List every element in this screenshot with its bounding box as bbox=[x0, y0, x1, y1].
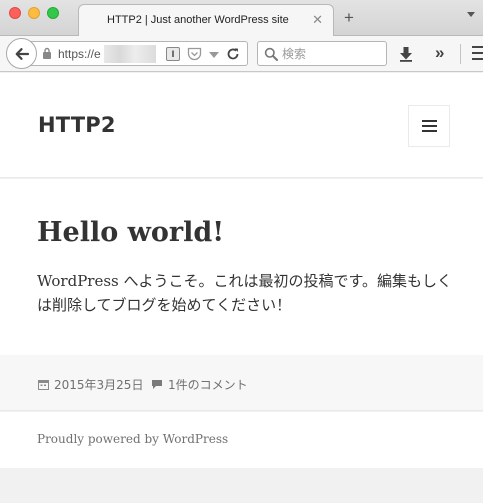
menu-toggle-button[interactable] bbox=[408, 105, 450, 147]
post-article: Hello world! WordPress へようこそ。これは最初の投稿です。… bbox=[0, 179, 483, 355]
reload-icon[interactable] bbox=[226, 47, 240, 61]
back-button[interactable] bbox=[6, 38, 37, 69]
search-input[interactable] bbox=[282, 45, 382, 63]
search-icon bbox=[264, 47, 278, 61]
zoom-window-button[interactable] bbox=[47, 7, 59, 19]
browser-menu-icon[interactable] bbox=[472, 46, 483, 60]
tab-close-icon[interactable]: ✕ bbox=[312, 12, 323, 28]
tab-list-dropdown-icon[interactable] bbox=[467, 12, 475, 17]
minimize-window-button[interactable] bbox=[28, 7, 40, 19]
new-tab-button[interactable]: + bbox=[344, 9, 354, 26]
web-page: HTTP2 Hello world! WordPress へようこそ。これは最初… bbox=[0, 73, 483, 503]
search-bar[interactable] bbox=[257, 41, 387, 66]
comment-icon bbox=[152, 380, 162, 389]
url-text[interactable]: https://e bbox=[58, 47, 101, 61]
post-date-text[interactable]: 2015年3月25日 bbox=[54, 376, 143, 393]
post-meta: 2015年3月25日 1件のコメント bbox=[0, 355, 483, 411]
browser-tab-bar: HTTP2 | Just another WordPress site ✕ + bbox=[0, 0, 483, 37]
close-window-button[interactable] bbox=[9, 7, 21, 19]
site-title[interactable]: HTTP2 bbox=[38, 113, 116, 137]
comments-count-text[interactable]: 1件のコメント bbox=[168, 376, 248, 393]
toolbar-divider bbox=[460, 44, 461, 64]
post-comments-link[interactable]: 1件のコメント bbox=[151, 376, 248, 393]
lock-icon bbox=[43, 47, 51, 59]
pocket-icon[interactable] bbox=[187, 47, 202, 61]
powered-by-link[interactable]: Proudly powered by WordPress bbox=[37, 432, 228, 446]
calendar-icon bbox=[38, 380, 49, 390]
post-date[interactable]: 2015年3月25日 bbox=[38, 376, 143, 393]
post-content: WordPress へようこそ。これは最初の投稿です。編集もしくは削除してブログ… bbox=[37, 272, 453, 314]
url-redacted bbox=[104, 45, 156, 63]
url-dropdown-icon[interactable] bbox=[209, 52, 219, 58]
download-icon[interactable] bbox=[399, 46, 413, 62]
browser-toolbar: https://e I » bbox=[0, 36, 483, 72]
site-header: HTTP2 bbox=[0, 73, 483, 178]
overflow-chevron-icon[interactable]: » bbox=[435, 44, 444, 62]
browser-tab[interactable]: HTTP2 | Just another WordPress site ✕ bbox=[78, 4, 334, 37]
tab-title: HTTP2 | Just another WordPress site bbox=[107, 14, 289, 26]
post-title[interactable]: Hello world! bbox=[37, 217, 224, 248]
reader-view-icon[interactable]: I bbox=[166, 47, 180, 61]
url-bar[interactable]: https://e I bbox=[30, 41, 248, 66]
back-arrow-icon bbox=[15, 47, 29, 60]
site-footer: Proudly powered by WordPress bbox=[0, 412, 483, 468]
